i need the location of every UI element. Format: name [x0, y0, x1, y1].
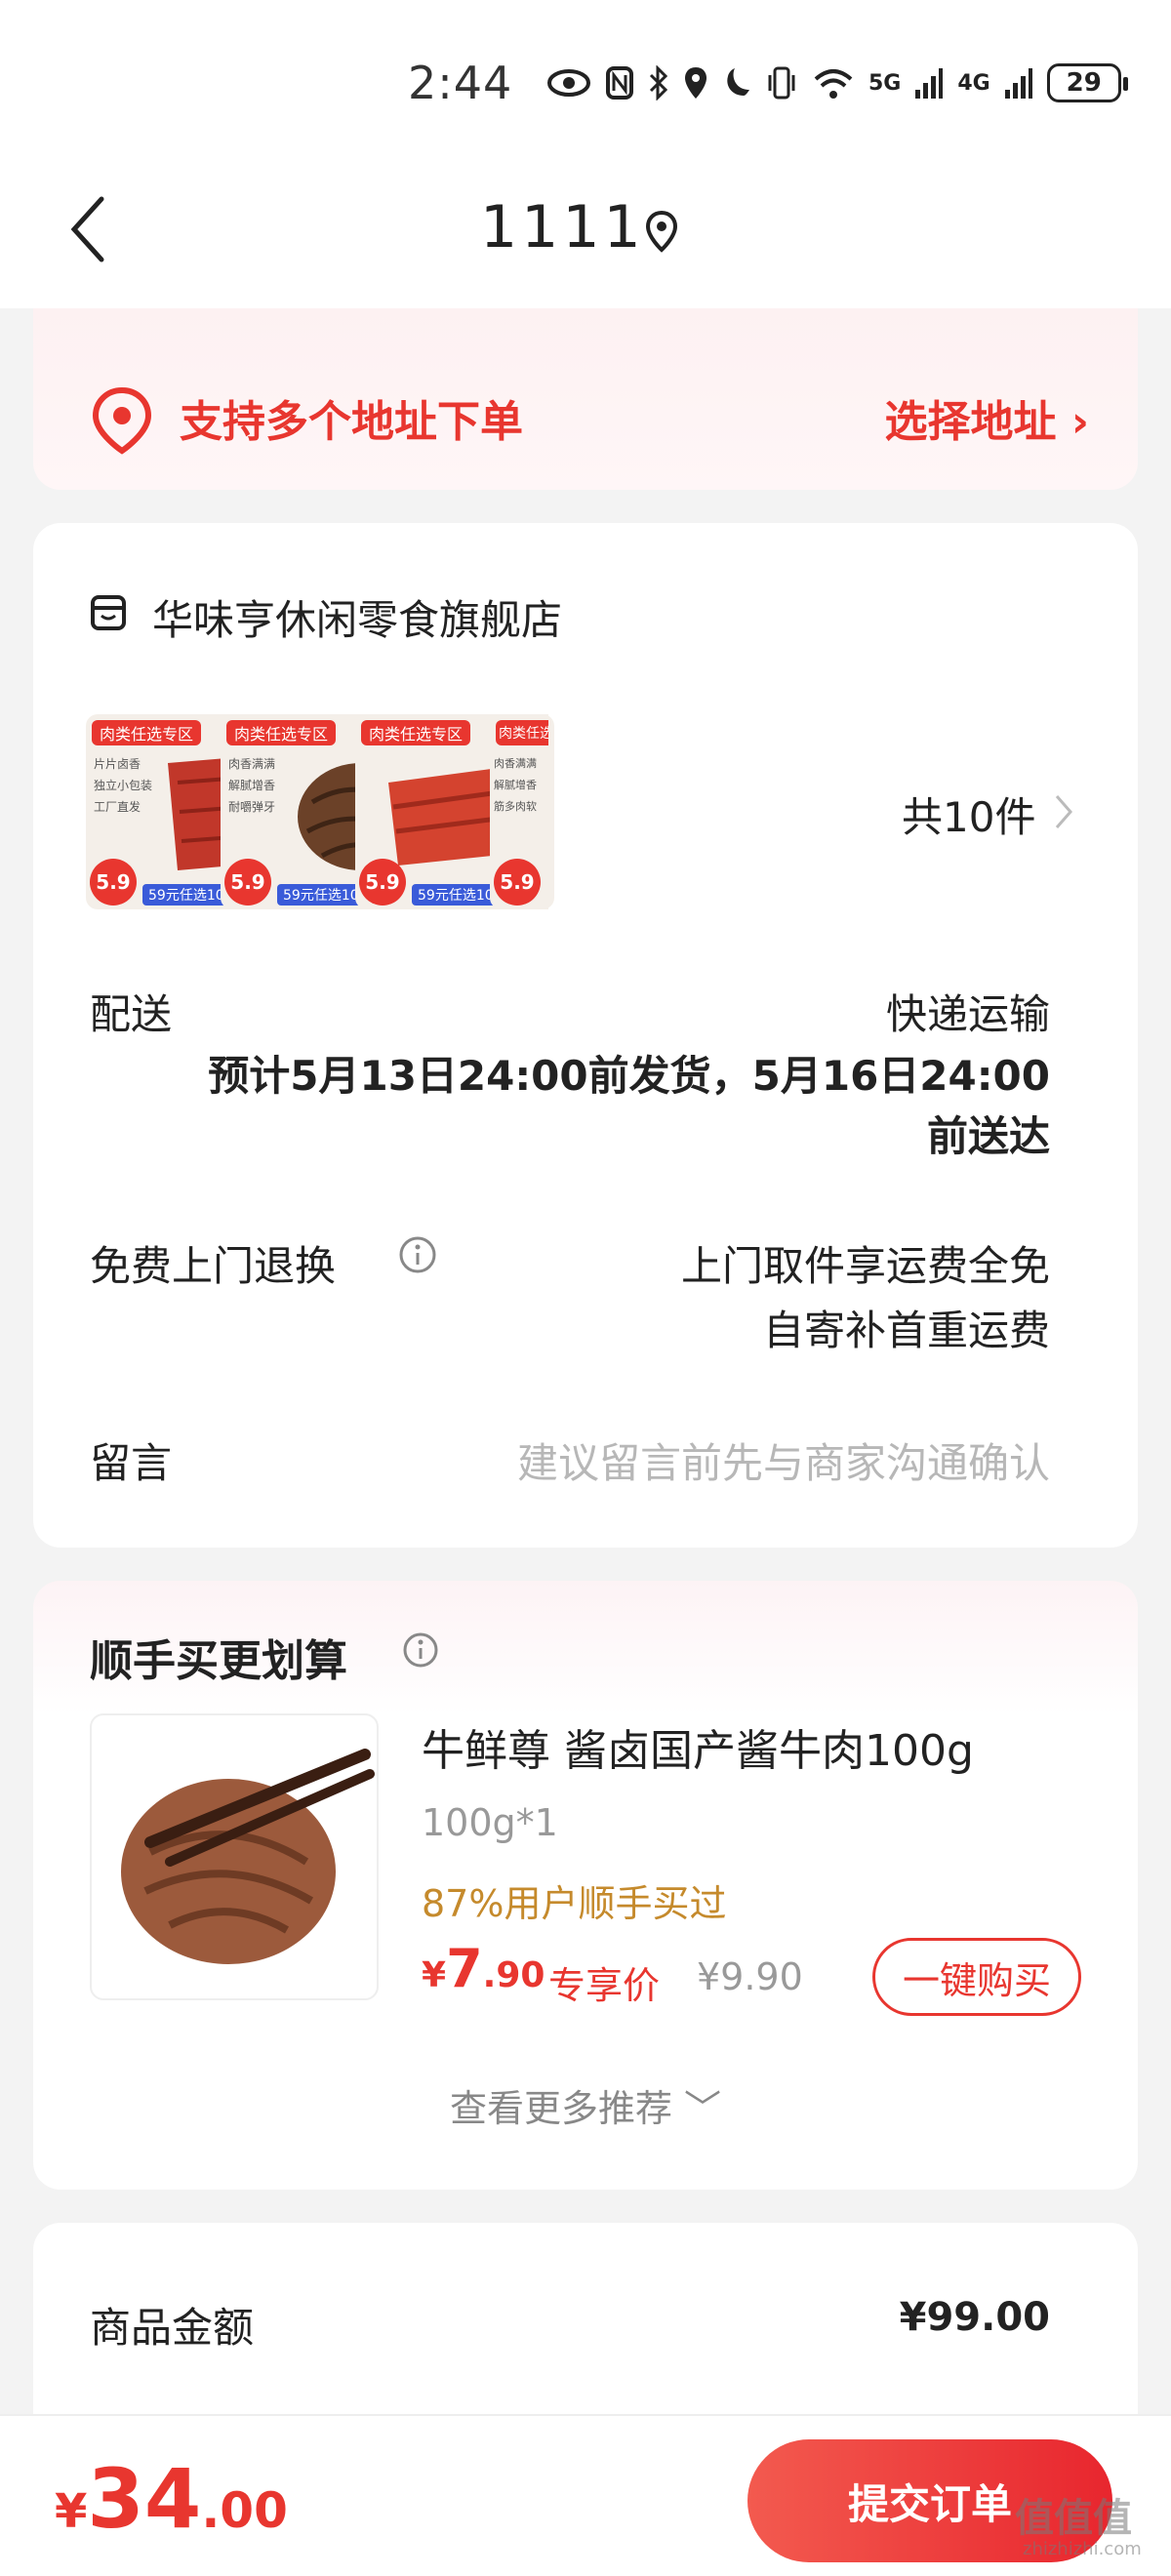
recommendation-title: 顺手买更划算 — [90, 1636, 347, 1686]
bluetooth-icon — [649, 65, 668, 101]
product-name[interactable]: 牛鲜尊 酱卤国产酱牛肉100g — [422, 1715, 974, 1778]
product-thumbnail-partial[interactable]: 肉类任选专区 肉香满满 解腻增香 筋多肉软 5.9 — [490, 714, 548, 909]
back-button[interactable] — [59, 190, 117, 268]
total-currency: ¥ — [55, 2484, 88, 2539]
message-input[interactable]: 建议留言前先与商家沟通确认 — [517, 1430, 1050, 1490]
price-badge: 5.9 — [224, 859, 271, 906]
status-time: 2:44 — [408, 57, 513, 109]
watermark-url: zhizhizhi.com — [1023, 2539, 1142, 2559]
feature-list: 肉香满满 解腻增香 筋多肉软 — [494, 753, 548, 818]
return-self-ship-text: 自寄补首重运费 — [762, 1307, 1050, 1354]
order-card: 华味亨休闲零食旗舰店 肉类任选专区 片片卤香 独立小包装 工厂直发 5.9 59… — [33, 523, 1138, 1548]
price-badge: 5.9 — [494, 859, 541, 906]
price-decimal: .90 — [482, 1955, 545, 1995]
promo-tag: 肉类任选专区 — [361, 720, 471, 745]
goods-amount-value: ¥99.00 — [899, 2295, 1050, 2340]
promo-tag: 肉类任选专区 — [92, 720, 202, 745]
nfc-icon — [606, 66, 633, 100]
signal-icon-2 — [1004, 68, 1032, 99]
signal-label-4g: 4G — [957, 70, 990, 96]
price-badge: 5.9 — [90, 859, 137, 906]
feature-text: 筋多肉软 — [494, 800, 537, 813]
delivery-method: 快递运输 — [885, 990, 1050, 1038]
location-pin-icon[interactable] — [644, 210, 679, 253]
info-icon[interactable] — [402, 1631, 439, 1669]
total-item-count[interactable]: 共10件 — [902, 785, 1035, 844]
original-price: ¥9.90 — [697, 1955, 803, 1998]
promo-tag: 肉类任选专区 — [496, 720, 548, 745]
one-click-buy-button[interactable]: 一键购买 — [872, 1938, 1081, 2016]
battery-indicator: 29 — [1046, 63, 1128, 102]
battery-level: 29 — [1066, 68, 1102, 98]
watermark: 值值值 — [1015, 2496, 1132, 2541]
message-label: 留言 — [90, 1439, 173, 1487]
chevron-right-icon[interactable] — [1052, 792, 1075, 831]
vibrate-icon — [768, 66, 795, 100]
bought-rate: 87%用户顺手买过 — [422, 1882, 727, 1925]
signal-icon — [915, 68, 944, 99]
wifi-icon — [814, 69, 853, 99]
feature-text: 解腻增香 — [494, 779, 537, 791]
promo-tag: 肉类任选专区 — [226, 720, 337, 745]
recommendation-card: 顺手买更划算 牛鲜尊 酱卤国产酱牛肉100g 100g*1 87%用户顺手买过 … — [33, 1581, 1138, 2190]
eye-icon — [547, 69, 590, 97]
bottom-bar: ¥34.00 提交订单 — [0, 2414, 1171, 2576]
info-icon[interactable] — [398, 1235, 437, 1274]
total-price: ¥34.00 — [55, 2451, 288, 2547]
delivery-estimate: 预计5月13日24:00前发货，5月16日24:00前送达 — [208, 1052, 1050, 1160]
status-icons: 5G 4G 29 — [546, 59, 1128, 107]
return-label: 免费上门退换 — [90, 1242, 337, 1290]
price-integer: 7 — [446, 1938, 483, 1999]
more-recommendations-link[interactable]: 查看更多推荐 ﹀ — [33, 2078, 1138, 2132]
signal-label-5g: 5G — [868, 70, 902, 96]
return-pickup-text: 上门取件享运费全免 — [680, 1242, 1050, 1290]
goods-amount-label: 商品金额 — [90, 2304, 255, 2352]
top-bar: 2:44 5G 4G 29 1111 — [0, 0, 1171, 308]
multi-address-text: 支持多个地址下单 — [180, 397, 523, 447]
chevron-left-icon — [70, 196, 104, 262]
moon-icon — [727, 68, 749, 96]
product-image[interactable] — [90, 1713, 379, 2000]
shop-name[interactable]: 华味亨休闲零食旗舰店 — [152, 587, 562, 647]
exclusive-label: 专享价 — [548, 1964, 661, 2007]
product-spec: 100g*1 — [422, 1801, 558, 1844]
page-title: 1111 — [480, 193, 645, 262]
price-badge: 5.9 — [359, 859, 406, 906]
price-currency: ¥ — [422, 1955, 447, 1995]
location-icon — [92, 386, 152, 455]
shop-icon — [91, 595, 126, 630]
select-address-link[interactable]: 选择地址 › — [885, 386, 1089, 449]
total-decimal: .00 — [201, 2482, 288, 2539]
delivery-label: 配送 — [90, 990, 173, 1038]
product-price: ¥7.90 — [422, 1938, 545, 1999]
location-icon — [685, 67, 707, 99]
beef-image — [121, 1749, 375, 1964]
feature-text: 肉香满满 — [494, 757, 537, 770]
address-card[interactable]: 支持多个地址下单 选择地址 › — [33, 308, 1138, 490]
total-integer: 34 — [87, 2451, 202, 2547]
